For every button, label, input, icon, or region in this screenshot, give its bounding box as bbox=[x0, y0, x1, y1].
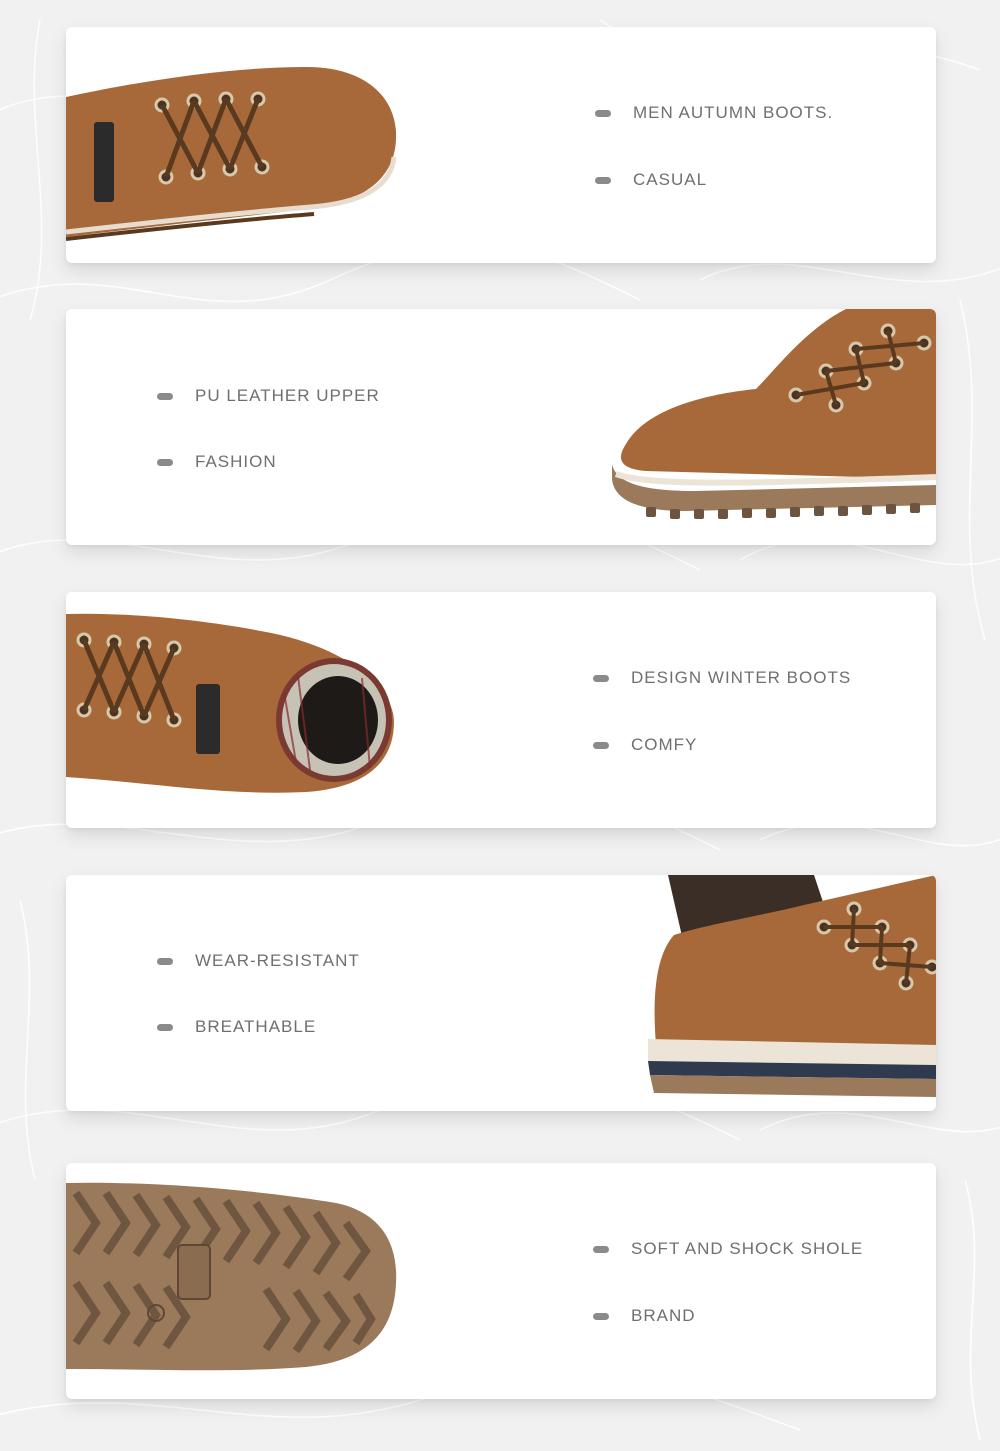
feature-label: BREATHABLE bbox=[195, 1017, 317, 1036]
boot-plaid-lining-view-image bbox=[66, 613, 394, 793]
feature-card-2: PU LEATHER UPPER FASHION bbox=[66, 309, 936, 545]
feature-label: DESIGN WINTER BOOTS bbox=[631, 668, 852, 687]
bullet-dash-icon bbox=[157, 1023, 173, 1031]
feature-card-4: WEAR-RESISTANT BREATHABLE bbox=[66, 875, 936, 1111]
feature-label: PU LEATHER UPPER bbox=[195, 386, 380, 405]
feature-label: COMFY bbox=[631, 735, 698, 754]
bullet-dash-icon bbox=[593, 741, 609, 749]
feature-item: BRAND bbox=[593, 1306, 696, 1326]
feature-item: WEAR-RESISTANT bbox=[157, 951, 360, 971]
feature-card-3: DESIGN WINTER BOOTS COMFY bbox=[66, 592, 936, 828]
bullet-dash-icon bbox=[595, 176, 611, 184]
boot-heel-collar-view-image bbox=[648, 875, 936, 1097]
feature-label: SOFT AND SHOCK SHOLE bbox=[631, 1239, 864, 1258]
bullet-dash-icon bbox=[157, 392, 173, 400]
feature-item: COMFY bbox=[593, 735, 697, 755]
bullet-dash-icon bbox=[593, 1312, 609, 1320]
boot-toe-side-view-image bbox=[612, 309, 936, 519]
boot-outsole-tread-view-image bbox=[66, 1182, 397, 1371]
bullet-dash-icon bbox=[593, 1245, 609, 1253]
boot-top-view-laces-image bbox=[66, 67, 397, 241]
feature-card-5: SOFT AND SHOCK SHOLE BRAND bbox=[66, 1163, 936, 1399]
bullet-dash-icon bbox=[157, 458, 173, 466]
bullet-dash-icon bbox=[595, 109, 611, 117]
feature-item: MEN AUTUMN BOOTS. bbox=[595, 103, 833, 123]
feature-item: CASUAL bbox=[595, 170, 707, 190]
feature-label: BRAND bbox=[631, 1306, 696, 1325]
feature-item: SOFT AND SHOCK SHOLE bbox=[593, 1239, 863, 1259]
feature-item: DESIGN WINTER BOOTS bbox=[593, 668, 851, 688]
bullet-dash-icon bbox=[593, 674, 609, 682]
feature-item: FASHION bbox=[157, 452, 277, 472]
feature-card-1: MEN AUTUMN BOOTS. CASUAL bbox=[66, 27, 936, 263]
feature-label: WEAR-RESISTANT bbox=[195, 951, 360, 970]
feature-item: PU LEATHER UPPER bbox=[157, 386, 380, 406]
feature-label: CASUAL bbox=[633, 170, 708, 189]
bullet-dash-icon bbox=[157, 957, 173, 965]
feature-label: FASHION bbox=[195, 452, 277, 471]
feature-label: MEN AUTUMN BOOTS. bbox=[633, 103, 834, 122]
feature-item: BREATHABLE bbox=[157, 1017, 316, 1037]
